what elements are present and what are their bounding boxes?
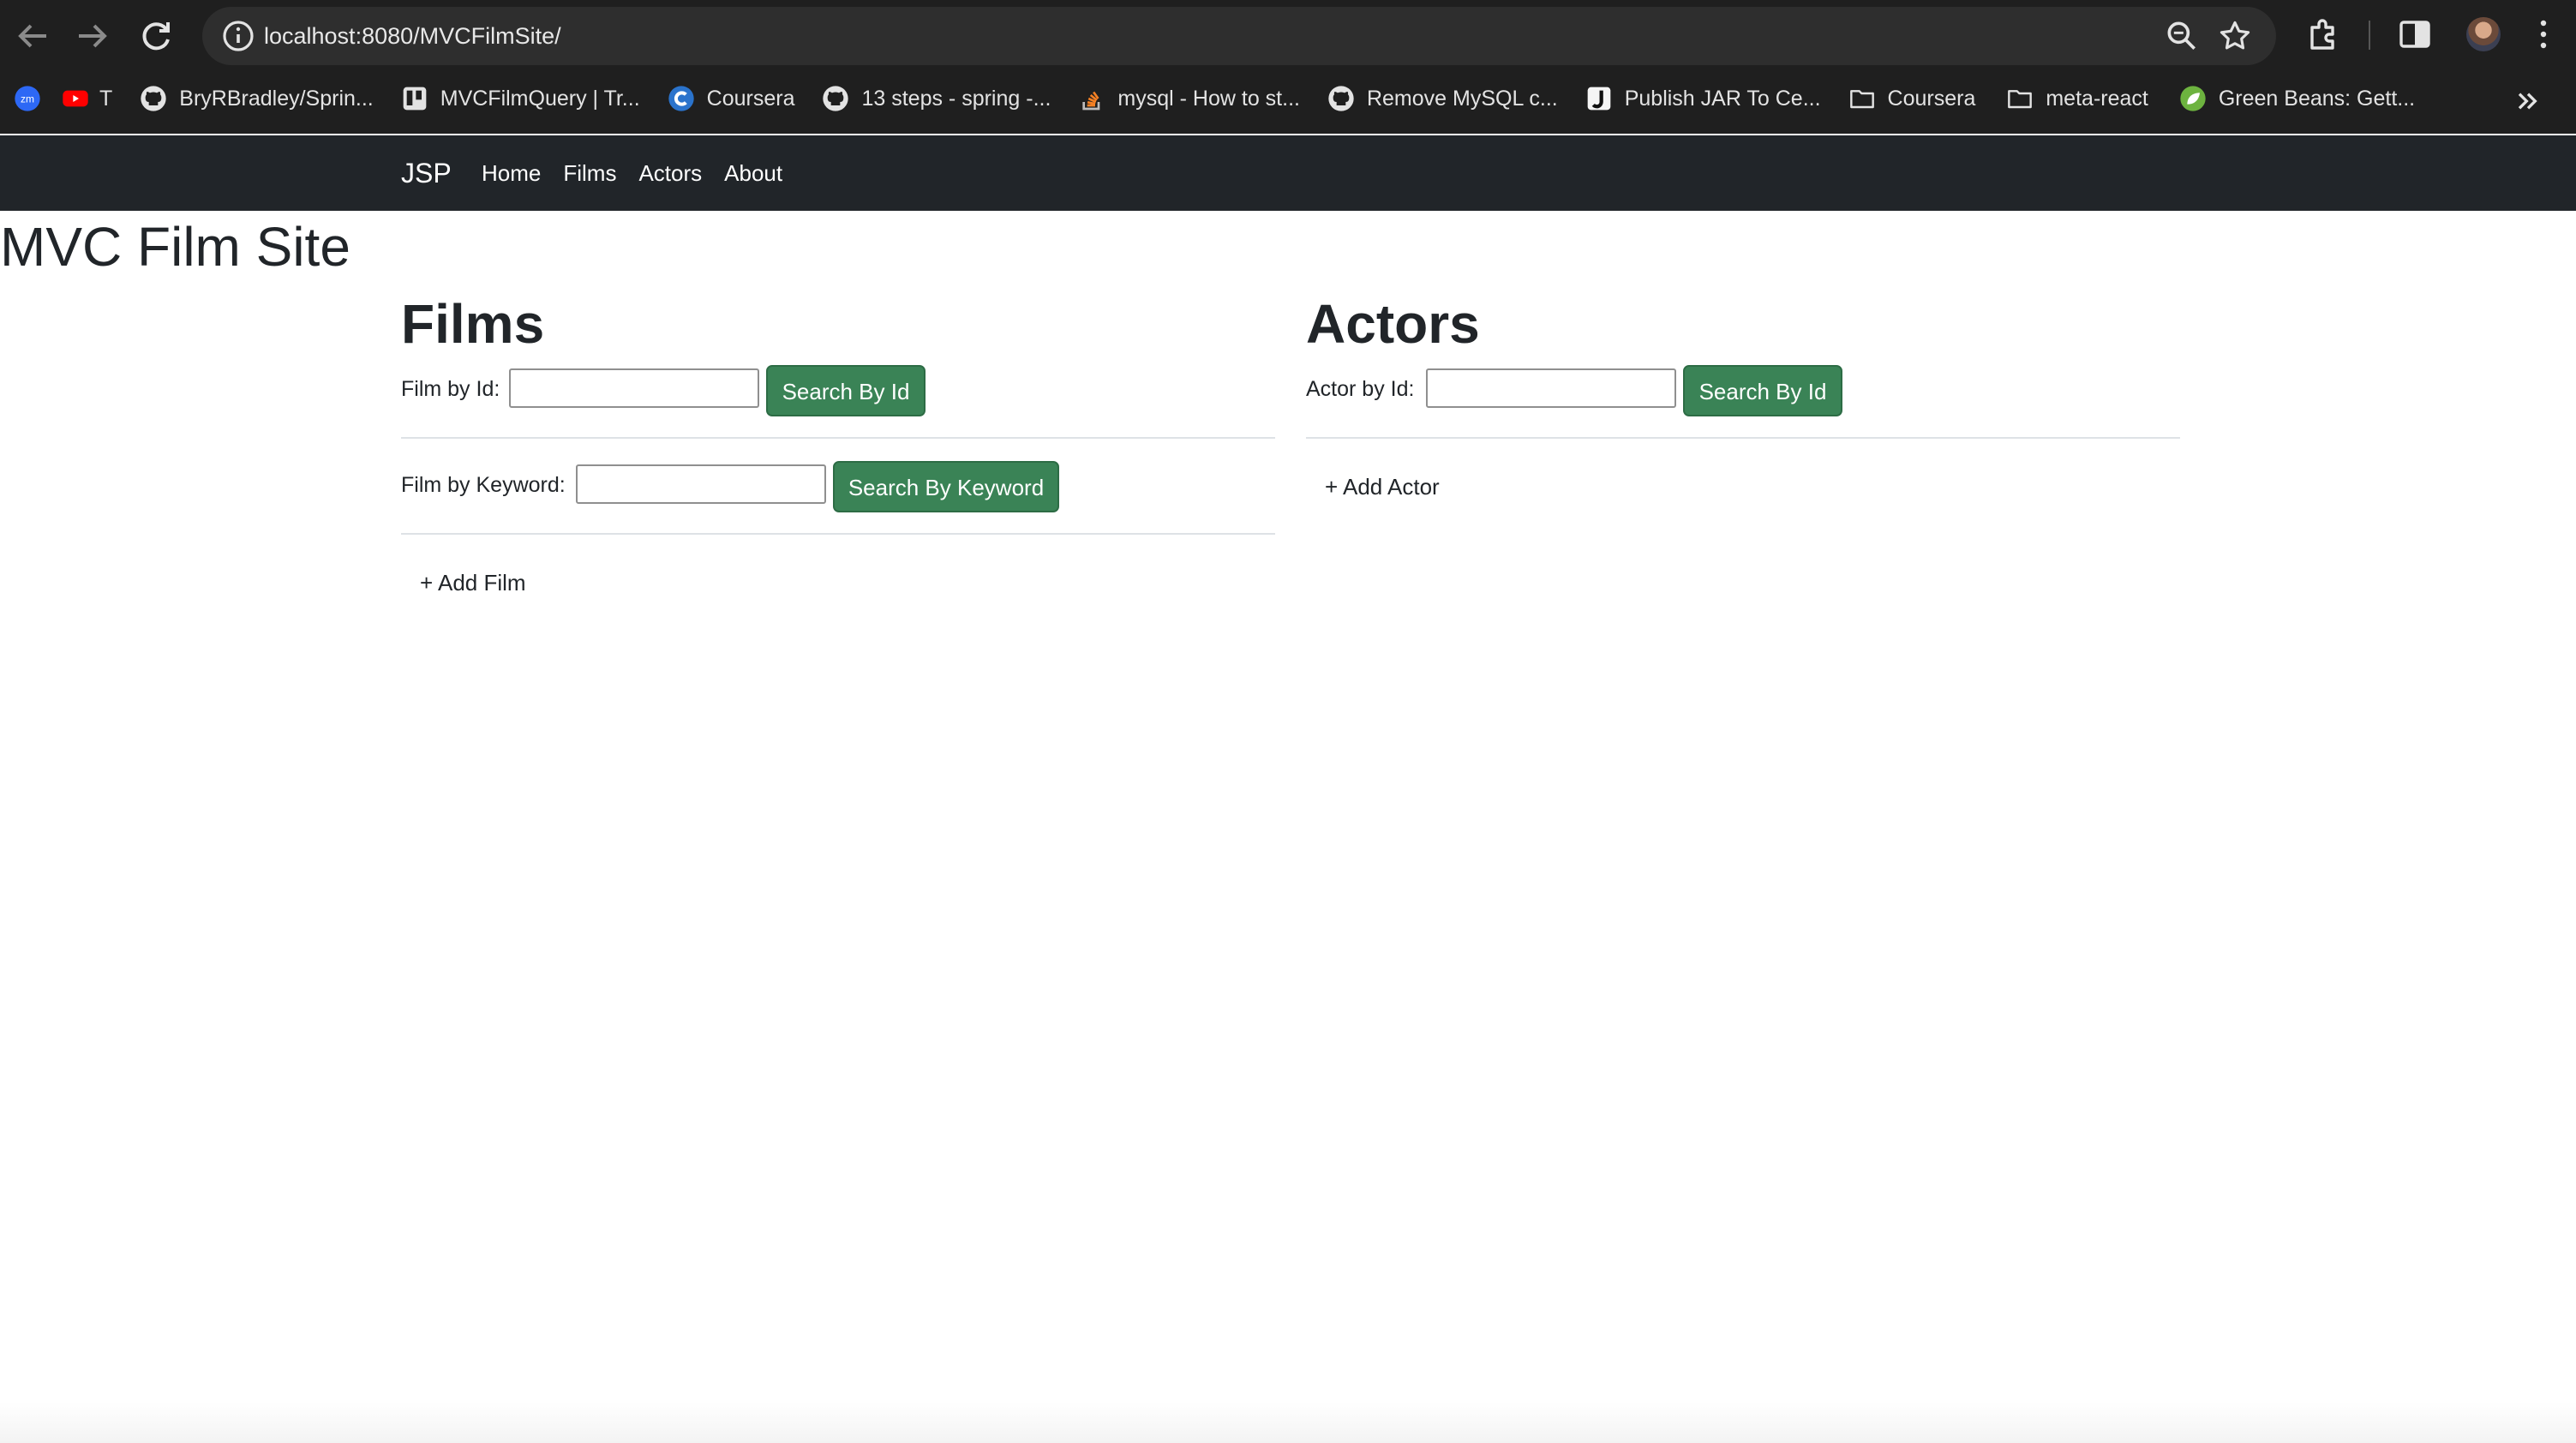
bookmark-zoom[interactable]: zm	[14, 85, 62, 112]
forward-icon[interactable]	[72, 15, 113, 57]
bookmark-folder-meta-react[interactable]: meta-react	[2006, 85, 2148, 112]
stackoverflow-icon	[1078, 85, 1105, 112]
bookmark-green-beans[interactable]: Green Beans: Gett...	[2179, 85, 2415, 112]
coursera-icon	[668, 85, 695, 112]
trello-icon	[401, 85, 428, 112]
zoom-magnifier-icon[interactable]	[2163, 17, 2201, 55]
actors-divider	[1306, 437, 2180, 439]
reload-icon[interactable]	[135, 15, 177, 57]
site-navbar: JSP Home Films Actors About	[0, 135, 2576, 211]
add-actor-link[interactable]: + Add Actor	[1325, 470, 1440, 504]
bookmark-label: Publish JAR To Ce...	[1624, 86, 1821, 111]
add-film-link[interactable]: + Add Film	[420, 566, 526, 600]
films-heading: Films	[401, 293, 545, 355]
window-bottom-edge	[0, 1402, 2576, 1443]
bookmark-github-3[interactable]: Remove MySQL c...	[1327, 85, 1558, 112]
profile-avatar[interactable]	[2466, 17, 2501, 51]
svg-text:zm: zm	[21, 93, 34, 105]
films-divider-2	[401, 533, 1275, 535]
bookmark-label: mysql - How to st...	[1117, 86, 1300, 111]
url-text: localhost:8080/MVCFilmSite/	[264, 23, 561, 49]
nav-link-films[interactable]: Films	[563, 135, 616, 211]
side-panel-icon[interactable]	[2394, 14, 2435, 55]
bookmark-label: Remove MySQL c...	[1366, 86, 1558, 111]
bookmark-label: Coursera	[1887, 86, 1976, 111]
extensions-icon[interactable]	[2303, 14, 2345, 55]
github-icon	[140, 85, 167, 112]
actors-heading: Actors	[1306, 293, 1480, 355]
address-bar[interactable]: localhost:8080/MVCFilmSite/	[202, 7, 2276, 65]
bookmark-coursera-1[interactable]: Coursera	[668, 85, 795, 112]
actor-search-by-id-button[interactable]: Search By Id	[1683, 365, 1842, 416]
bookmark-label: Green Beans: Gett...	[2218, 86, 2416, 111]
bookmark-label: 13 steps - spring -...	[861, 86, 1051, 111]
nav-link-home[interactable]: Home	[482, 135, 541, 211]
film-keyword-input[interactable]	[576, 464, 826, 504]
folder-icon	[1848, 85, 1876, 112]
nav-link-actors[interactable]: Actors	[638, 135, 702, 211]
spring-icon	[2179, 85, 2207, 112]
actor-id-input[interactable]	[1426, 368, 1676, 408]
film-search-by-id-button[interactable]: Search By Id	[766, 365, 926, 416]
folder-icon	[2006, 85, 2034, 112]
bookmark-label: Coursera	[706, 86, 795, 111]
j-icon	[1585, 85, 1613, 112]
youtube-icon	[62, 85, 89, 112]
actor-id-label: Actor by Id:	[1306, 377, 1415, 401]
bookmark-label: MVCFilmQuery | Tr...	[440, 86, 640, 111]
bookmark-star-icon[interactable]	[2216, 17, 2254, 55]
github-icon	[1327, 85, 1355, 112]
film-search-by-keyword-button[interactable]: Search By Keyword	[833, 461, 1059, 512]
bookmark-folder-coursera[interactable]: Coursera	[1848, 85, 1976, 112]
bookmarks-overflow-icon[interactable]	[2511, 84, 2545, 118]
page-title: MVC Film Site	[0, 216, 350, 278]
bookmark-label: BryRBradley/Sprin...	[179, 86, 374, 111]
nav-link-about[interactable]: About	[724, 135, 782, 211]
zoom-icon: zm	[14, 85, 41, 112]
bookmark-youtube[interactable]: T	[62, 85, 112, 112]
bookmark-github-2[interactable]: 13 steps - spring -...	[822, 85, 1051, 112]
bookmarks-bar: zm T BryRBradley/Sprin... MVCFilmQuery |…	[0, 74, 2576, 123]
film-id-label: Film by Id:	[401, 377, 500, 401]
bookmark-github-1[interactable]: BryRBradley/Sprin...	[140, 85, 374, 112]
navbar-brand[interactable]: JSP	[401, 135, 452, 211]
kebab-menu-icon[interactable]	[2523, 14, 2564, 55]
toolbar-divider	[2369, 21, 2370, 50]
bookmark-label: T	[99, 86, 113, 111]
browser-chrome: localhost:8080/MVCFilmSite/ zm T BryRBra…	[0, 0, 2576, 134]
films-divider-1	[401, 437, 1275, 439]
bookmark-publish-jar[interactable]: Publish JAR To Ce...	[1585, 85, 1821, 112]
bookmark-trello[interactable]: MVCFilmQuery | Tr...	[401, 85, 640, 112]
back-icon[interactable]	[12, 15, 53, 57]
github-icon	[822, 85, 849, 112]
bookmark-label: meta-react	[2046, 86, 2148, 111]
film-id-input[interactable]	[509, 368, 759, 408]
bookmark-stackoverflow[interactable]: mysql - How to st...	[1078, 85, 1300, 112]
navbar-links: Home Films Actors About	[482, 135, 805, 211]
film-keyword-label: Film by Keyword:	[401, 473, 566, 497]
site-info-icon[interactable]	[218, 15, 259, 57]
